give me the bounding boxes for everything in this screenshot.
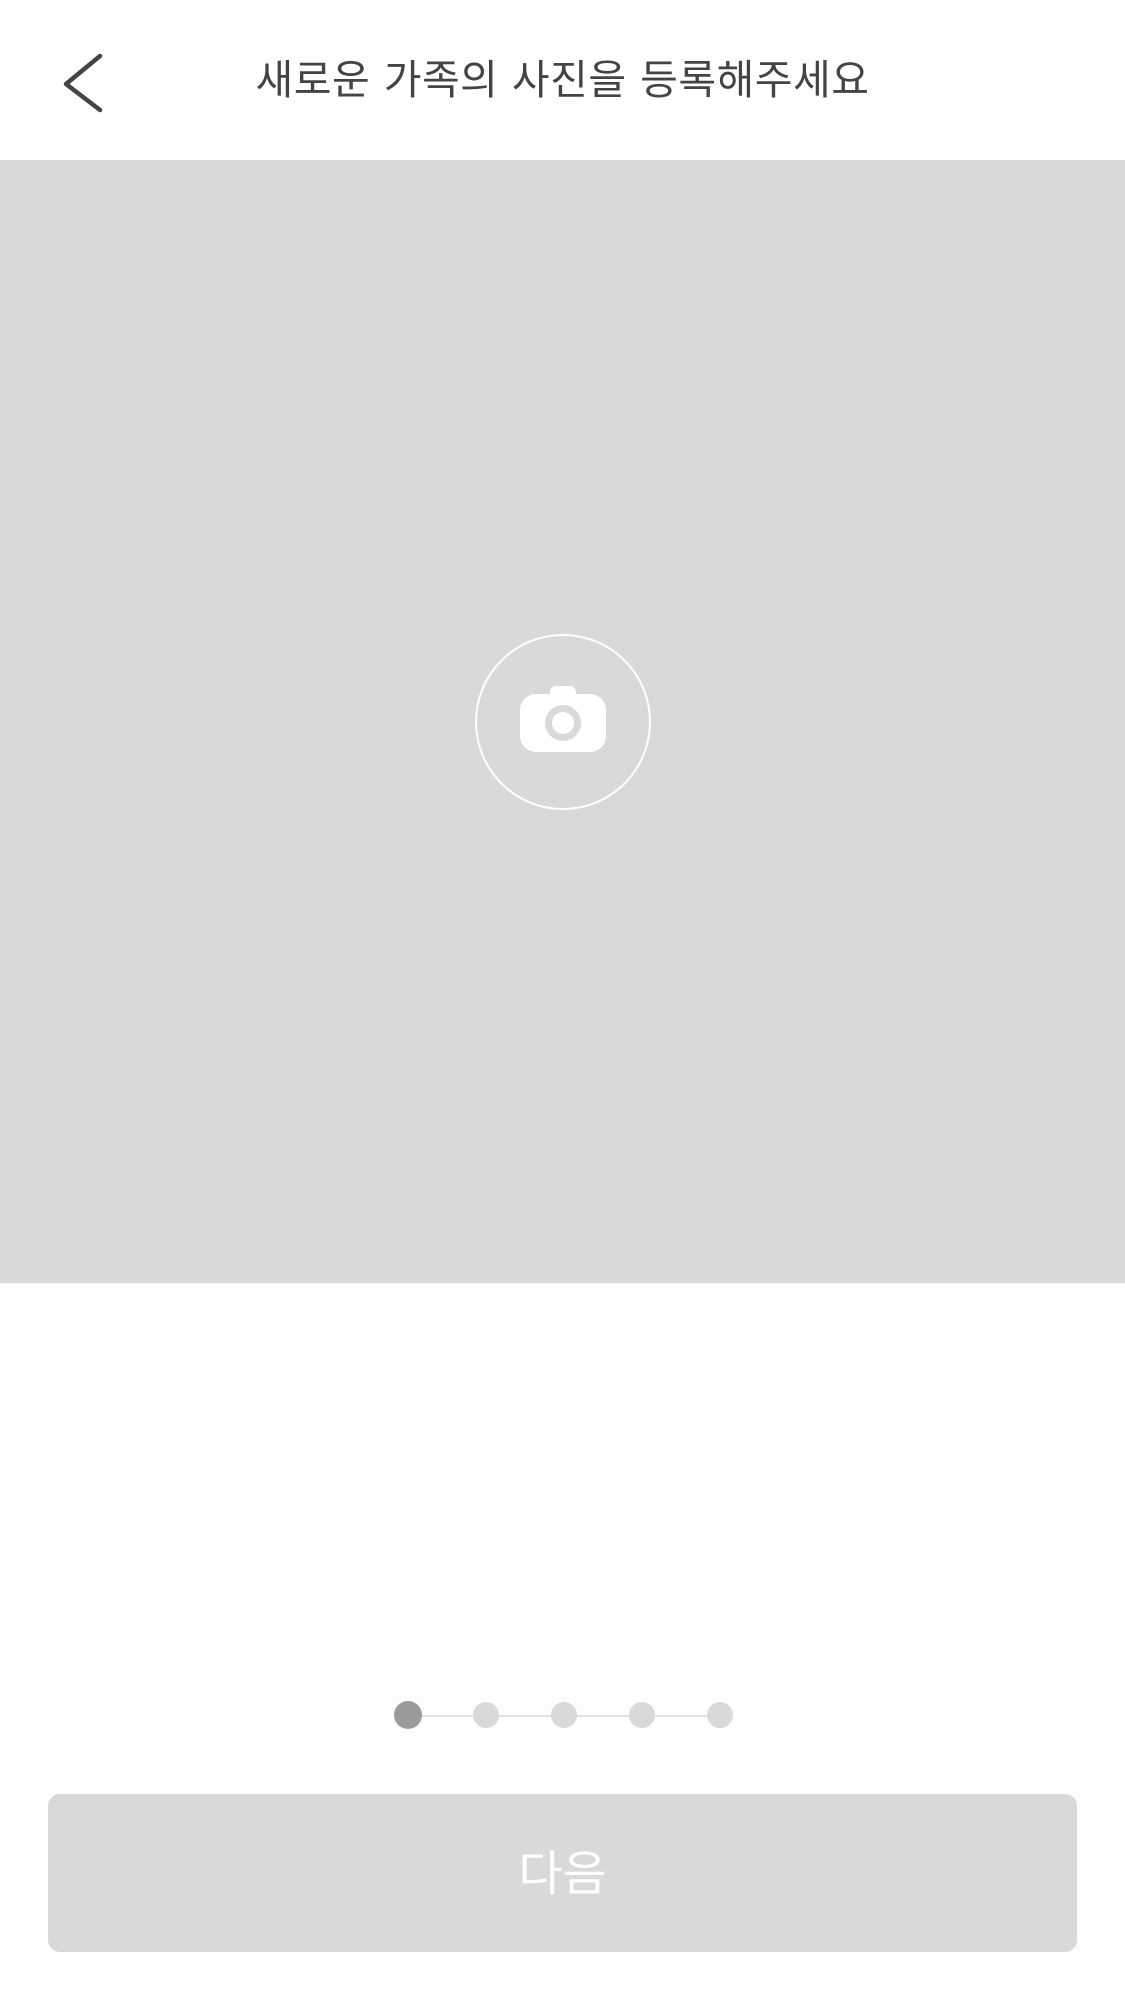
step-dot-3 bbox=[551, 1702, 577, 1728]
step-dot-1 bbox=[394, 1701, 422, 1729]
next-button[interactable]: 다음 bbox=[48, 1794, 1077, 1952]
step-dot-4 bbox=[629, 1702, 655, 1728]
header: 새로운 가족의 사진을 등록해주세요 bbox=[0, 0, 1125, 160]
camera-icon bbox=[520, 686, 606, 752]
camera-button[interactable] bbox=[475, 634, 651, 810]
step-dot-5 bbox=[707, 1702, 733, 1728]
photo-upload-area[interactable] bbox=[0, 160, 1125, 1283]
progress-stepper bbox=[380, 1700, 740, 1732]
step-dot-2 bbox=[473, 1702, 499, 1728]
page-title: 새로운 가족의 사진을 등록해주세요 bbox=[255, 56, 870, 104]
